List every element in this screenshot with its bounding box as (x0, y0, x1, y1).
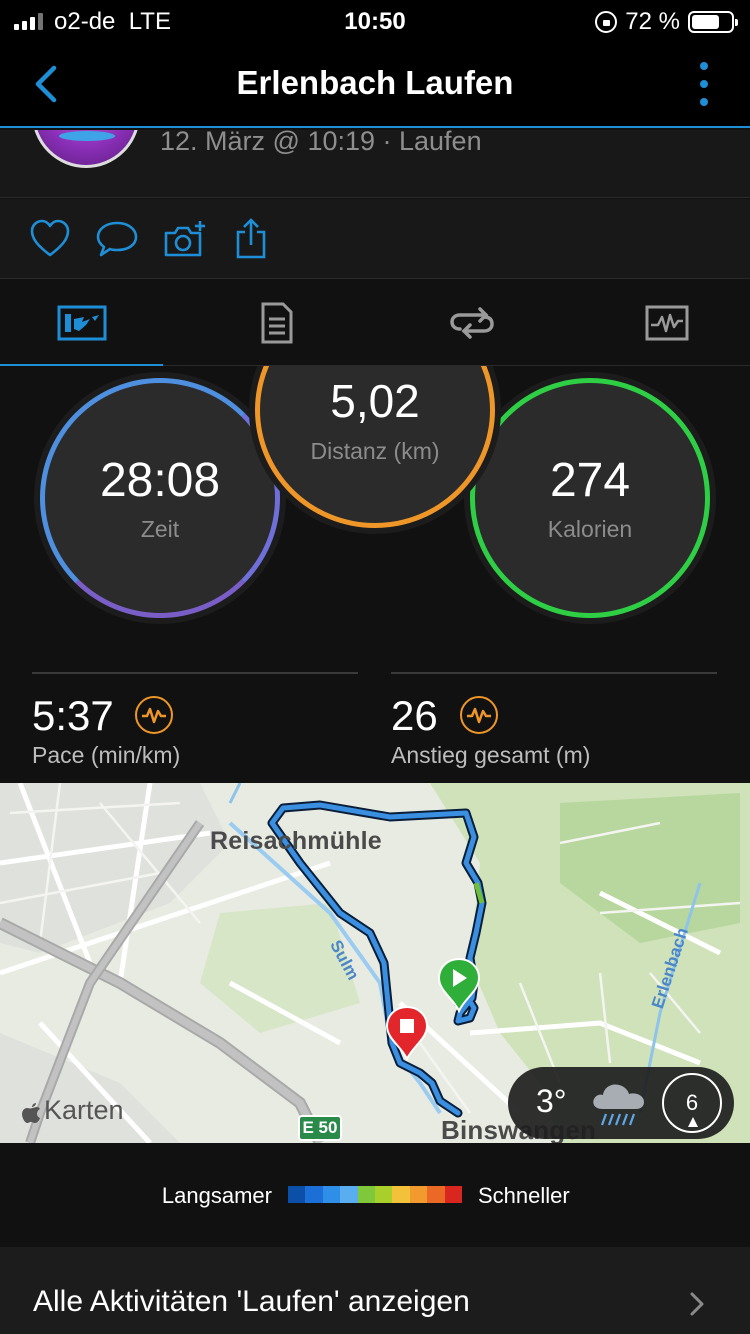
status-bar: o2-de LTE 10:50 72 % (0, 0, 750, 40)
calories-value: 274 (549, 454, 631, 507)
distance-value: 5,02 (330, 375, 420, 427)
tab-bar (0, 280, 750, 367)
tab-overview[interactable] (0, 280, 163, 367)
chart-icon (645, 305, 688, 341)
route-map[interactable]: Reisachmühle Sulm Erlenbach Binswangen K… (0, 783, 750, 1143)
avatar[interactable] (32, 130, 140, 168)
battery-icon (688, 11, 738, 33)
ascent-metric: 26 Anstieg gesamt (m) (391, 672, 717, 768)
pace-metric: 5:37 Pace (min/km) (32, 672, 358, 768)
time-circle: 28:08 Zeit (40, 378, 280, 618)
all-activities-link[interactable]: Alle Aktivitäten 'Laufen' anzeigen (0, 1247, 750, 1334)
more-vertical-icon (700, 62, 708, 70)
legend-swatch (392, 1186, 410, 1203)
start-marker-icon (437, 957, 481, 1013)
map-attribution-label: Karten (44, 1095, 124, 1125)
legend-swatch (444, 1186, 463, 1203)
weather-temperature: 3° (536, 1083, 567, 1119)
map-label-reisachmuehle: Reisachmühle (210, 827, 382, 855)
camera-plus-icon (164, 221, 205, 257)
rain-cloud-icon (593, 1084, 644, 1126)
calories-circle: 274 Kalorien (470, 378, 710, 618)
legend-slower-label: Langsamer (161, 1183, 272, 1208)
share-button[interactable] (230, 217, 274, 261)
wind-compass: 6 (662, 1073, 722, 1133)
page-title: Erlenbach Laufen (236, 64, 514, 101)
legend-swatch (357, 1186, 376, 1203)
weather-widget[interactable]: 3° 6 (508, 1067, 734, 1139)
legend-swatch (409, 1186, 428, 1203)
nav-bar: Erlenbach Laufen (0, 40, 750, 128)
ascent-label: Anstieg gesamt (m) (391, 742, 591, 768)
tab-charts[interactable] (585, 280, 748, 366)
apple-logo-icon (22, 1102, 40, 1123)
pace-label: Pace (min/km) (32, 742, 181, 768)
activity-header: 12. März @ 10:19 · Laufen (0, 130, 750, 198)
tab-laps[interactable] (390, 280, 553, 366)
distance-circle: 5,02 Distanz (km) (255, 366, 495, 528)
time-value: 28:08 (99, 454, 221, 507)
distance-label: Distanz (km) (310, 438, 440, 464)
legend-faster-label: Schneller (478, 1183, 570, 1208)
comment-button[interactable] (94, 217, 140, 261)
overview-icon (57, 305, 106, 341)
more-button[interactable] (698, 62, 710, 106)
calories-label: Kalorien (547, 516, 633, 542)
legend-swatch (340, 1186, 358, 1203)
legend-swatch (322, 1186, 341, 1203)
add-photo-button[interactable] (162, 217, 208, 261)
pace-insight-icon[interactable] (135, 696, 173, 734)
time-label: Zeit (140, 516, 180, 542)
chevron-right-icon (690, 1292, 704, 1316)
legend-swatch (375, 1186, 393, 1203)
legend-color-scale (288, 1186, 463, 1203)
wind-speed: 6 (685, 1090, 699, 1115)
finish-marker-icon (385, 1005, 429, 1061)
ascent-value: 26 (391, 692, 438, 739)
ascent-insight-icon[interactable] (460, 696, 498, 734)
pace-legend: Langsamer Schneller (0, 1143, 750, 1247)
rotation-lock-icon (595, 11, 618, 33)
legend-swatch (427, 1186, 445, 1203)
stats-panel: 28:08 Zeit 274 Kalorien 5,02 Distanz (km… (0, 366, 750, 783)
like-button[interactable] (28, 217, 72, 261)
all-activities-label: Alle Aktivitäten 'Laufen' anzeigen (33, 1285, 470, 1318)
legend-swatch (305, 1186, 323, 1203)
legend-swatch (288, 1186, 306, 1203)
laps-icon (449, 307, 494, 339)
pace-value: 5:37 (32, 692, 114, 739)
share-icon (236, 218, 266, 259)
map-attribution: Karten (22, 1095, 124, 1126)
battery-percent: 72 % (625, 8, 680, 35)
tab-details[interactable] (195, 280, 358, 366)
road-shield: E 50 (298, 1115, 342, 1141)
heart-icon (30, 219, 70, 257)
document-icon (261, 302, 292, 344)
activity-subtitle: 12. März @ 10:19 · Laufen (160, 130, 482, 156)
comment-icon (96, 221, 138, 257)
action-row (0, 199, 750, 279)
